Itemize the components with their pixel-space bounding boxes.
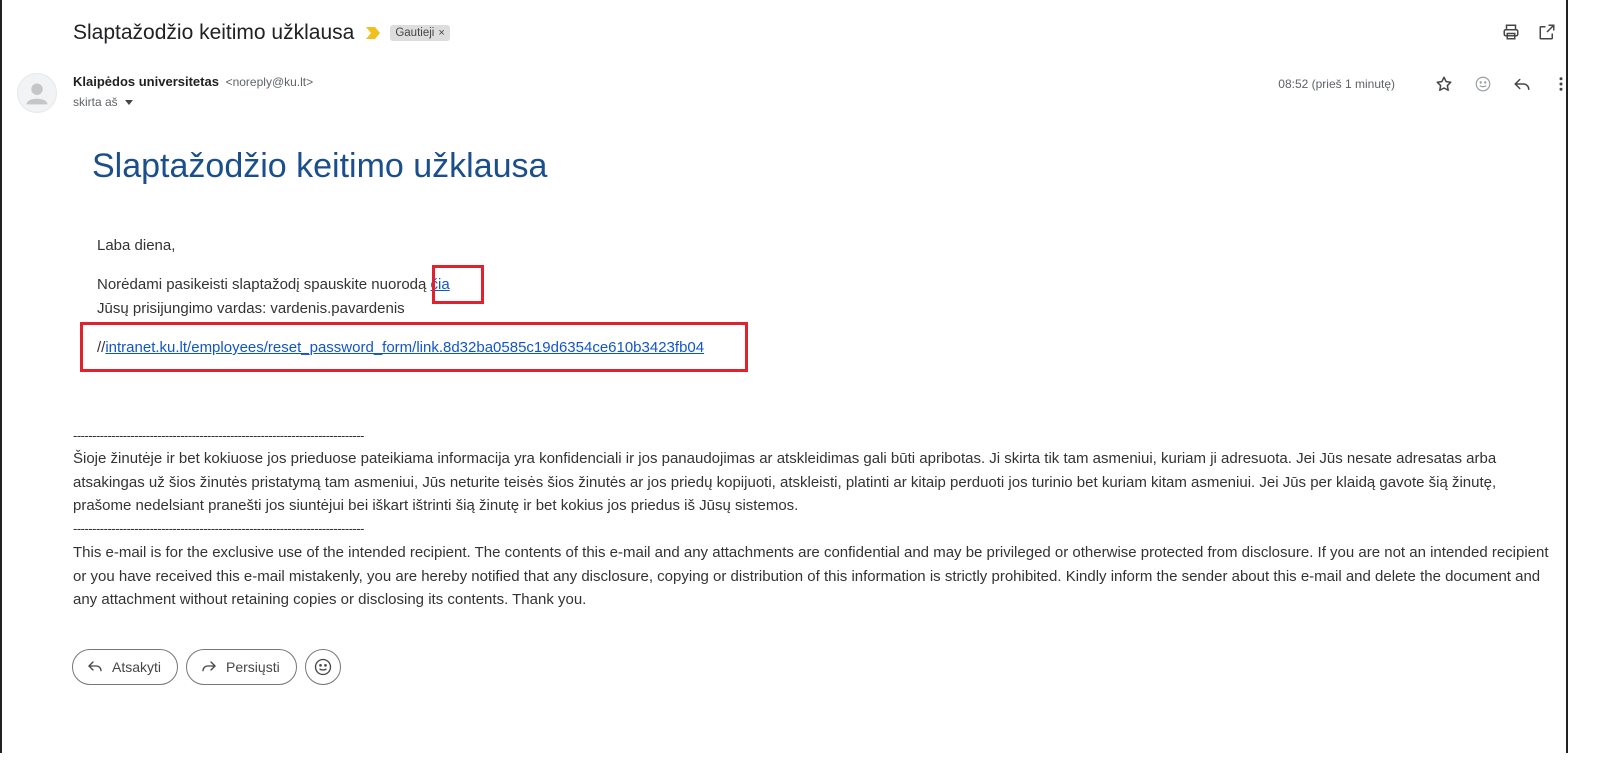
window-frame-right: [1566, 0, 1568, 760]
sender-email: <noreply@ku.lt>: [225, 75, 314, 89]
emoji-reaction-button[interactable]: [304, 649, 341, 685]
window-frame-left: [0, 0, 2, 760]
more-vert-icon[interactable]: [1551, 74, 1571, 94]
reply-button[interactable]: Atsakyti: [72, 649, 179, 685]
message-title: Slaptažodžio keitimo užklausa: [92, 147, 548, 185]
forward-icon: [201, 658, 217, 677]
subject-row: Slaptažodžio keitimo užklausa Gautieji ×: [73, 18, 450, 48]
recipient-text: skirta aš: [73, 95, 118, 109]
show-details-chevron-icon[interactable]: [124, 99, 133, 105]
reply-icon: [87, 658, 103, 677]
reply-icon[interactable]: [1512, 74, 1532, 94]
label-chip-text: Gautieji: [395, 27, 435, 39]
disclaimer-divider: ----------------------------------------…: [73, 428, 365, 443]
label-chip-inbox: Gautieji ×: [390, 25, 450, 41]
message-timestamp: 08:52 (prieš 1 minutę): [1278, 77, 1395, 91]
disclaimer-divider: ----------------------------------------…: [73, 521, 365, 536]
forward-button-label: Persiųsti: [226, 659, 280, 675]
recipient-line: skirta aš: [73, 95, 313, 109]
sender-block: Klaipėdos universitetas <noreply@ku.lt> …: [73, 74, 313, 109]
message-meta: 08:52 (prieš 1 minutę): [1278, 74, 1571, 94]
star-icon[interactable]: [1434, 74, 1454, 94]
remove-label-icon[interactable]: ×: [438, 27, 444, 39]
instruction-text: Norėdami pasikeisti slaptažodį spauskite…: [97, 276, 431, 293]
emoji-reaction-icon: [314, 658, 331, 676]
instruction-line: Norėdami pasikeisti slaptažodį spauskite…: [97, 276, 450, 293]
highlight-box-link: [432, 265, 484, 304]
print-icon[interactable]: [1501, 22, 1521, 42]
sender-line: Klaipėdos universitetas <noreply@ku.lt>: [73, 74, 313, 89]
disclaimer-lithuanian: Šioje žinutėje ir bet kokiuose jos pried…: [73, 450, 1497, 514]
page-bottom-area: [0, 753, 1568, 783]
highlight-box-url: [80, 322, 748, 372]
open-in-new-window-icon[interactable]: [1537, 22, 1557, 42]
message-actions: Atsakyti Persiųsti: [72, 649, 341, 685]
default-avatar-icon: [17, 73, 57, 113]
disclaimer-english: This e-mail is for the exclusive use of …: [73, 544, 1549, 608]
greeting-text: Laba diena,: [97, 237, 176, 254]
important-marker-icon[interactable]: [366, 27, 381, 39]
reply-button-label: Atsakyti: [112, 659, 162, 675]
emoji-reaction-icon[interactable]: [1473, 74, 1493, 94]
sender-name[interactable]: Klaipėdos universitetas: [73, 74, 219, 89]
forward-button[interactable]: Persiųsti: [186, 649, 297, 685]
username-line: Jūsų prisijungimo vardas: vardenis.pavar…: [97, 300, 405, 317]
thread-actions: [1501, 22, 1557, 42]
email-subject: Slaptažodžio keitimo užklausa: [73, 21, 355, 44]
